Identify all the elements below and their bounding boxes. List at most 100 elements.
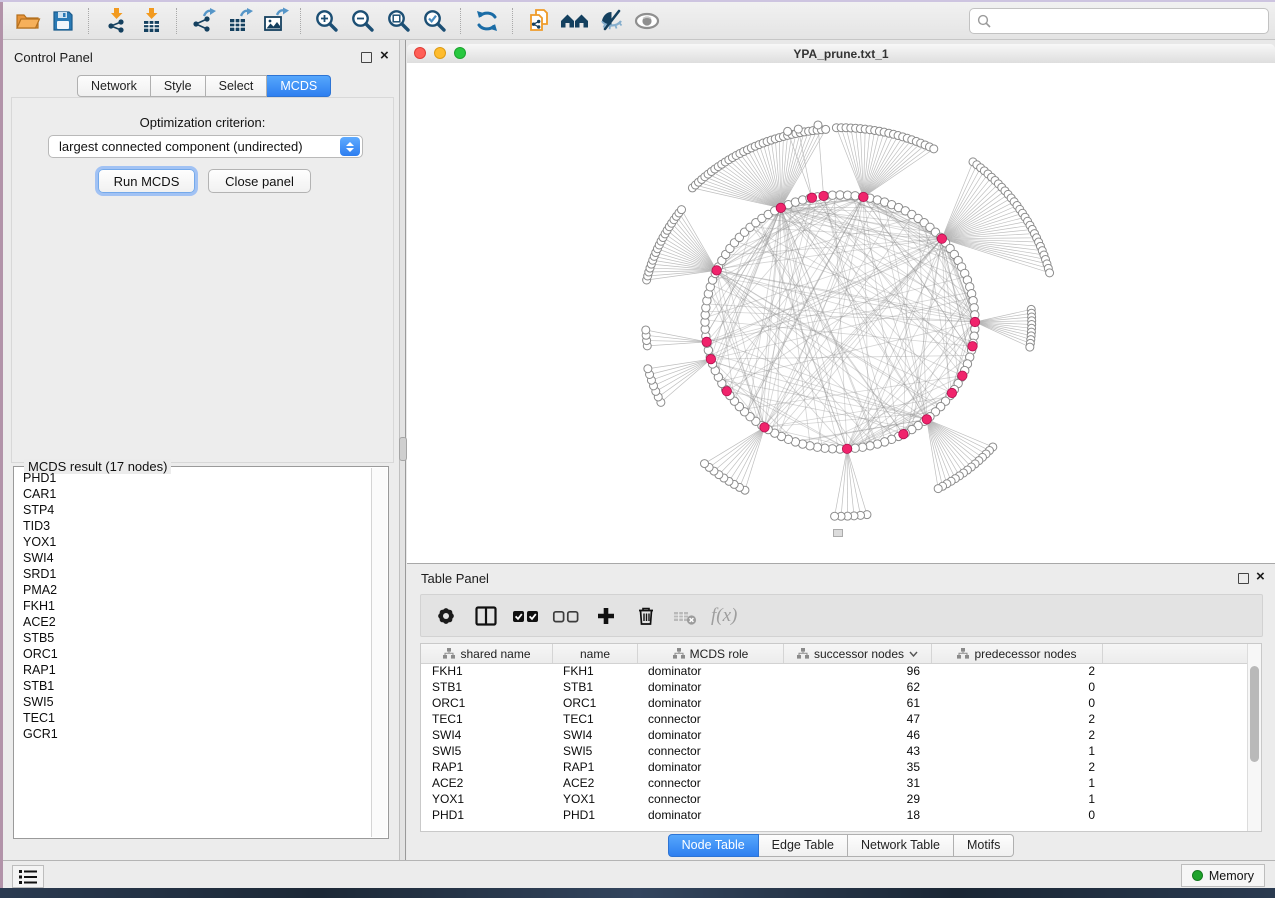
network-node[interactable] xyxy=(642,326,650,334)
mcds-result-item[interactable]: STP4 xyxy=(15,502,373,518)
mcds-hub-node[interactable] xyxy=(958,371,967,380)
column-header-shared-name[interactable]: shared name xyxy=(422,644,553,663)
cell-mcds-role[interactable]: dominator xyxy=(638,759,784,775)
cell-predecessor-nodes[interactable]: 2 xyxy=(932,727,1103,743)
cell-name[interactable]: STB1 xyxy=(553,679,638,695)
cell-shared-name[interactable]: SWI4 xyxy=(422,727,553,743)
network-node[interactable] xyxy=(784,127,792,135)
cell-predecessor-nodes[interactable]: 1 xyxy=(932,791,1103,807)
network-node[interactable] xyxy=(814,121,822,129)
mcds-result-item[interactable]: STB1 xyxy=(15,678,373,694)
mcds-result-item[interactable]: FKH1 xyxy=(15,598,373,614)
table-scrollbar[interactable] xyxy=(1247,644,1261,831)
mcds-hub-node[interactable] xyxy=(970,317,979,326)
tab-edge-table[interactable]: Edge Table xyxy=(759,834,848,857)
cell-predecessor-nodes[interactable]: 0 xyxy=(932,679,1103,695)
mcds-result-item[interactable]: SWI4 xyxy=(15,550,373,566)
zoom-out-button[interactable] xyxy=(345,5,381,37)
column-header-MCDS-role[interactable]: MCDS role xyxy=(638,644,784,663)
delete-table-button[interactable] xyxy=(671,602,701,630)
show-column-panel-button[interactable] xyxy=(471,602,501,630)
table-row[interactable]: RAP1RAP1dominator352 xyxy=(421,759,1247,775)
mcds-hub-node[interactable] xyxy=(937,234,946,243)
export-network-button[interactable] xyxy=(185,5,221,37)
cell-successor-nodes[interactable]: 18 xyxy=(784,807,932,823)
tab-motifs[interactable]: Motifs xyxy=(954,834,1014,857)
tab-select[interactable]: Select xyxy=(206,75,268,97)
mcds-hub-node[interactable] xyxy=(922,415,931,424)
run-mcds-button[interactable]: Run MCDS xyxy=(98,169,195,193)
cell-mcds-role[interactable]: connector xyxy=(638,743,784,759)
float-panel-button[interactable] xyxy=(361,50,372,68)
tab-node-table[interactable]: Node Table xyxy=(668,834,759,857)
table-row[interactable]: FKH1FKH1dominator962 xyxy=(421,663,1247,679)
cell-successor-nodes[interactable]: 29 xyxy=(784,791,932,807)
function-builder-button[interactable]: f(x) xyxy=(711,605,737,627)
cell-mcds-role[interactable]: connector xyxy=(638,711,784,727)
cell-mcds-role[interactable]: dominator xyxy=(638,727,784,743)
cell-shared-name[interactable]: RAP1 xyxy=(422,759,553,775)
table-row[interactable]: STB1STB1dominator620 xyxy=(421,679,1247,695)
cell-shared-name[interactable]: TEC1 xyxy=(422,711,553,727)
column-header-predecessor-nodes[interactable]: predecessor nodes xyxy=(932,644,1103,663)
cell-shared-name[interactable]: YOX1 xyxy=(422,791,553,807)
table-row[interactable]: ACE2ACE2connector311 xyxy=(421,775,1247,791)
cell-successor-nodes[interactable]: 43 xyxy=(784,743,932,759)
cell-name[interactable]: SWI5 xyxy=(553,743,638,759)
mcds-hub-node[interactable] xyxy=(776,203,785,212)
mcds-result-item[interactable]: PMA2 xyxy=(15,582,373,598)
hide-graphics-details-button[interactable] xyxy=(593,5,629,37)
cell-name[interactable]: TEC1 xyxy=(553,711,638,727)
cell-successor-nodes[interactable]: 31 xyxy=(784,775,932,791)
mcds-result-item[interactable]: SRD1 xyxy=(15,566,373,582)
network-node[interactable] xyxy=(1026,343,1034,351)
cell-mcds-role[interactable]: connector xyxy=(638,775,784,791)
mcds-result-item[interactable]: ACE2 xyxy=(15,614,373,630)
column-header-name[interactable]: name xyxy=(553,644,638,663)
cell-shared-name[interactable]: STB1 xyxy=(422,679,553,695)
mcds-hub-node[interactable] xyxy=(702,337,711,346)
mcds-hub-node[interactable] xyxy=(968,342,977,351)
network-node[interactable] xyxy=(794,125,802,133)
add-column-button[interactable] xyxy=(591,602,621,630)
export-table-button[interactable] xyxy=(221,5,257,37)
table-settings-button[interactable] xyxy=(431,602,461,630)
cell-name[interactable]: RAP1 xyxy=(553,759,638,775)
refresh-button[interactable] xyxy=(469,5,505,37)
close-panel-button[interactable]: × xyxy=(380,51,389,61)
mcds-result-item[interactable]: RAP1 xyxy=(15,662,373,678)
import-table-button[interactable] xyxy=(133,5,169,37)
network-canvas[interactable] xyxy=(407,63,1275,563)
cell-predecessor-nodes[interactable]: 1 xyxy=(932,775,1103,791)
cell-successor-nodes[interactable]: 62 xyxy=(784,679,932,695)
mcds-result-item[interactable]: ORC1 xyxy=(15,646,373,662)
cell-successor-nodes[interactable]: 61 xyxy=(784,695,932,711)
cell-predecessor-nodes[interactable]: 1 xyxy=(932,743,1103,759)
column-header-successor-nodes[interactable]: successor nodes xyxy=(784,644,932,663)
mcds-hub-node[interactable] xyxy=(859,192,868,201)
table-close-button[interactable]: × xyxy=(1256,572,1265,582)
cell-predecessor-nodes[interactable]: 0 xyxy=(932,695,1103,711)
table-scrollbar-thumb[interactable] xyxy=(1250,666,1259,762)
cell-predecessor-nodes[interactable]: 2 xyxy=(932,759,1103,775)
mcds-result-item[interactable]: CAR1 xyxy=(15,486,373,502)
cell-successor-nodes[interactable]: 35 xyxy=(784,759,932,775)
network-node[interactable] xyxy=(831,512,839,520)
network-node[interactable] xyxy=(678,206,686,214)
cell-predecessor-nodes[interactable]: 2 xyxy=(932,711,1103,727)
cell-shared-name[interactable]: FKH1 xyxy=(422,663,553,679)
tab-network[interactable]: Network xyxy=(77,75,151,97)
save-session-button[interactable] xyxy=(45,5,81,37)
table-row[interactable]: PHD1PHD1dominator180 xyxy=(421,807,1247,823)
network-node[interactable] xyxy=(822,125,830,133)
open-file-button[interactable] xyxy=(9,5,45,37)
mcds-hub-node[interactable] xyxy=(899,429,908,438)
table-row[interactable]: ORC1ORC1dominator610 xyxy=(421,695,1247,711)
mcds-result-item[interactable]: SWI5 xyxy=(15,694,373,710)
zoom-selected-button[interactable] xyxy=(417,5,453,37)
mcds-result-item[interactable]: TEC1 xyxy=(15,710,373,726)
cell-successor-nodes[interactable]: 96 xyxy=(784,663,932,679)
cell-mcds-role[interactable]: dominator xyxy=(638,679,784,695)
cell-predecessor-nodes[interactable]: 0 xyxy=(932,807,1103,823)
export-image-button[interactable] xyxy=(257,5,293,37)
